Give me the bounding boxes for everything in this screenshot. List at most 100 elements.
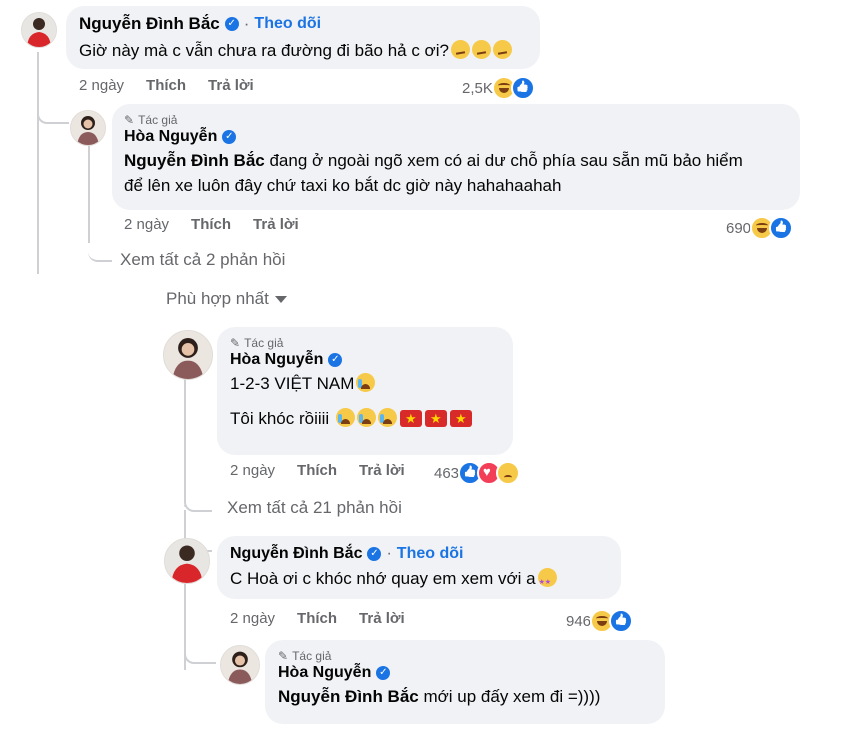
author-tag-label: Tác giả [138, 113, 178, 127]
author-name[interactable]: Nguyễn Đình Bắc [79, 14, 220, 34]
vietnam-flag-icon [399, 410, 422, 427]
follow-button[interactable]: Theo dõi [254, 15, 321, 33]
reply-bubble: ✎ Tác giả Hòa Nguyễn ✓ Nguyễn Đình Bắc đ… [112, 104, 800, 210]
avatar-photo-icon [221, 646, 259, 684]
like-button[interactable]: Thích [146, 77, 186, 94]
avatar-photo-icon [22, 13, 56, 47]
mention-link[interactable]: Nguyễn Đình Bắc [124, 151, 265, 170]
reaction-count: 463 [434, 464, 460, 482]
reply-button[interactable]: Trả lời [359, 462, 405, 479]
comment-author[interactable]: Nguyễn Đình Bắc ✓ · Theo dõi [79, 14, 527, 34]
reply-button[interactable]: Trả lời [359, 610, 405, 627]
like-reaction-icon [769, 216, 794, 240]
reply-bubble: Nguyễn Đình Bắc ✓ · Theo dõi C Hoà ơi c … [217, 536, 621, 599]
vietnam-flag-icon [449, 410, 472, 427]
reply-button[interactable]: Trả lời [253, 216, 299, 233]
like-button[interactable]: Thích [297, 462, 337, 479]
avatar-photo-icon [71, 111, 105, 145]
reply-bubble: ✎ Tác giả Hòa Nguyễn ✓ Nguyễn Đình Bắc m… [265, 640, 665, 724]
reaction-count: 2,5K [462, 79, 493, 97]
thread-line [184, 378, 186, 503]
timestamp[interactable]: 2 ngày [230, 610, 275, 627]
reply-button[interactable]: Trả lời [208, 77, 254, 94]
verified-badge-icon: ✓ [328, 353, 343, 367]
comment-author[interactable]: Nguyễn Đình Bắc ✓ · Theo dõi [230, 545, 608, 563]
comment-actions: 2 ngày Thích Trả lời [79, 77, 254, 94]
reaction-summary[interactable]: 946 [566, 609, 634, 633]
author-tag: ✎ Tác giả [278, 649, 652, 663]
reaction-summary[interactable]: 463 [434, 461, 521, 485]
thread-line [37, 52, 39, 274]
verified-badge-icon: ✓ [222, 130, 237, 144]
avatar-photo-icon [164, 331, 212, 379]
avatar[interactable] [164, 538, 210, 584]
reaction-summary[interactable]: 2,5K [462, 76, 535, 100]
comment-text: 1-2-3 VIỆT NAM [230, 371, 500, 396]
view-all-replies-link[interactable]: Xem tất cả 2 phản hồi [120, 250, 285, 270]
author-tag: ✎ Tác giả [230, 336, 500, 350]
thinking-face-emoji-icon [492, 40, 512, 59]
avatar[interactable] [70, 110, 106, 146]
comment-text: Giờ này mà c vẫn chưa ra đường đi bão hả… [79, 38, 527, 63]
reaction-summary[interactable]: 690 [726, 216, 794, 240]
comment-body-line2: để lên xe luôn đây chứ taxi ko bắt dc gi… [124, 176, 562, 195]
timestamp[interactable]: 2 ngày [230, 462, 275, 479]
comment-body-line2: Tôi khóc rồiiii [230, 409, 330, 428]
timestamp[interactable]: 2 ngày [124, 216, 169, 233]
caret-down-icon [274, 295, 287, 303]
comment-author[interactable]: Hòa Nguyễn ✓ [278, 664, 652, 682]
mention-link[interactable]: Nguyễn Đình Bắc [278, 687, 419, 706]
author-tag: ✎ Tác giả [124, 113, 788, 127]
crying-face-emoji-icon [335, 408, 355, 427]
reaction-count: 690 [726, 219, 752, 237]
comment-text: Nguyễn Đình Bắc mới up đấy xem đi =)))) [278, 684, 652, 709]
avatar-photo-icon [165, 539, 209, 583]
comment-body: 1-2-3 VIỆT NAM [230, 374, 355, 393]
comment-body: đang ở ngoài ngõ xem có ai dư chỗ phía s… [264, 151, 743, 170]
avatar[interactable] [21, 12, 57, 48]
star-struck-emoji-icon [537, 568, 557, 595]
comment-actions: 2 ngày Thích Trả lời [230, 610, 405, 627]
comment-body: C Hoà ơi c khóc nhớ quay em xem với a [230, 569, 536, 588]
crying-face-emoji-icon [377, 408, 397, 427]
follow-button[interactable]: Theo dõi [397, 545, 464, 563]
thread-line [88, 143, 90, 243]
like-reaction-icon [609, 609, 634, 633]
pencil-icon: ✎ [124, 113, 135, 127]
thread-connector [184, 505, 186, 507]
pencil-icon: ✎ [278, 649, 289, 663]
sort-dropdown[interactable]: Phù hợp nhất [166, 289, 287, 309]
pencil-icon: ✎ [230, 336, 241, 350]
thread-connector [37, 102, 69, 124]
comment-body: mới up đấy xem đi =)))) [418, 687, 601, 706]
thread-connector [184, 490, 212, 512]
separator-dot: · [386, 545, 392, 562]
comment-bubble: Nguyễn Đình Bắc ✓ · Theo dõi Giờ này mà … [66, 6, 540, 69]
like-reaction-icon [510, 76, 535, 100]
comment-actions: 2 ngày Thích Trả lời [230, 462, 405, 479]
thinking-face-emoji-icon [471, 40, 491, 59]
author-name[interactable]: Hòa Nguyễn [124, 128, 217, 146]
author-name[interactable]: Nguyễn Đình Bắc [230, 545, 362, 563]
author-tag-label: Tác giả [292, 649, 332, 663]
like-button[interactable]: Thích [297, 610, 337, 627]
like-button[interactable]: Thích [191, 216, 231, 233]
separator-dot: · [243, 14, 250, 33]
author-name[interactable]: Hòa Nguyễn [278, 664, 371, 682]
comment-author[interactable]: Hòa Nguyễn ✓ [124, 128, 788, 146]
comment-author[interactable]: Hòa Nguyễn ✓ [230, 351, 500, 369]
timestamp[interactable]: 2 ngày [79, 77, 124, 94]
crying-face-emoji-icon [356, 408, 376, 427]
comment-body: Giờ này mà c vẫn chưa ra đường đi bão hả… [79, 41, 449, 60]
view-all-replies-link[interactable]: Xem tất cả 21 phản hồi [227, 498, 402, 518]
avatar[interactable] [163, 330, 213, 380]
comment-actions: 2 ngày Thích Trả lời [124, 216, 299, 233]
reaction-count: 946 [566, 612, 592, 630]
thread-connector [184, 640, 216, 664]
comment-text-line2: Tôi khóc rồiiii [230, 406, 500, 431]
comment-text: C Hoà ơi c khóc nhớ quay em xem với a [230, 566, 608, 595]
comment-bubble: ✎ Tác giả Hòa Nguyễn ✓ 1-2-3 VIỆT NAM Tô… [217, 327, 513, 455]
author-name[interactable]: Hòa Nguyễn [230, 351, 323, 369]
vietnam-flag-icon [424, 410, 447, 427]
avatar[interactable] [220, 645, 260, 685]
